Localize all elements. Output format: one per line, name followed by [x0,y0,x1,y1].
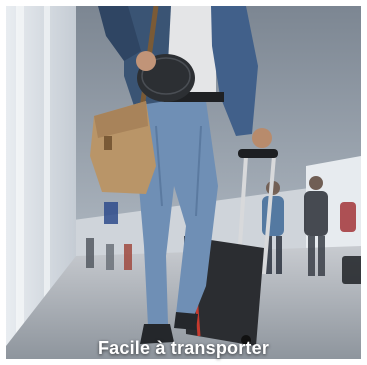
photo-illustration [6,6,361,359]
banner-caption: Facile à transporter [97,338,270,358]
left-hand [136,51,156,71]
airport-travel-photo [6,6,361,359]
right-shoe [174,312,198,330]
right-hand [252,128,272,148]
product-banner: Facile à transporter [0,0,367,365]
info-sign [104,202,118,224]
suitcase-handle [238,149,278,158]
